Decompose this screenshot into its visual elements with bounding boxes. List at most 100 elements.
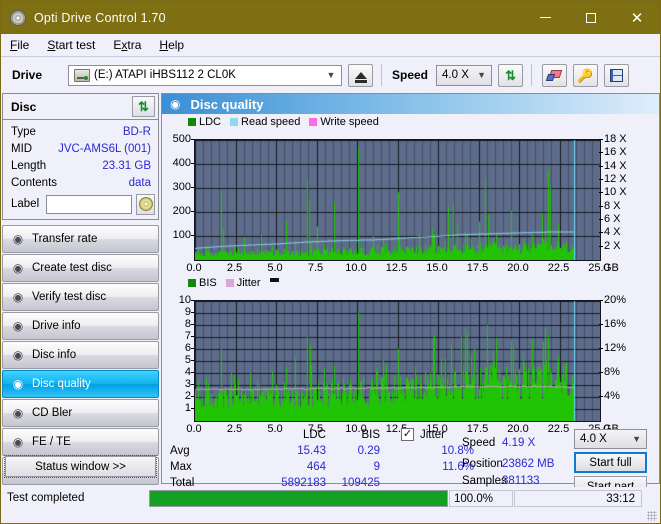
x-tick-label: 2.5 — [226, 262, 243, 274]
legend-entry-bis: BIS — [188, 277, 217, 289]
legend-entry-write-speed: Write speed — [309, 116, 379, 128]
legend-top-chart: LDC Read speed Write speed — [162, 115, 659, 128]
legend-marker-icon — [269, 277, 279, 282]
disc-icon — [10, 9, 26, 26]
start-full-button[interactable]: Start full — [574, 452, 647, 473]
sidebar-item-cd-bler[interactable]: ◉ CD Bler — [2, 399, 159, 427]
progress-bar — [149, 490, 448, 507]
quality-chart-top: 100 200 300 400 500 2 X4 X6 X8 X 10 X 12 X 14 X… — [162, 128, 659, 278]
test-speed-select[interactable]: 4.0 X ▼ — [574, 429, 647, 449]
y2-tick-mark — [599, 348, 603, 349]
y-tick-label: 9 — [184, 306, 191, 318]
menu-help[interactable]: Help — [150, 36, 193, 54]
save-button[interactable] — [604, 63, 630, 87]
y2-tick-mark — [599, 396, 603, 397]
speed-select-value: 4.0 X — [442, 69, 469, 81]
create-test-disc-icon: ◉ — [12, 261, 24, 275]
y-tick-mark — [191, 211, 194, 212]
toolbar-divider-1 — [381, 64, 382, 86]
y2-tick-label: 16 X — [604, 146, 627, 159]
y-tick-label: 1 — [184, 402, 191, 414]
close-button[interactable]: ✕ — [614, 1, 660, 34]
y2-tick-label: 2 X — [604, 239, 621, 252]
plot-area-bottom — [194, 300, 601, 422]
y-tick-mark — [191, 163, 194, 164]
erase-button[interactable] — [542, 63, 568, 87]
drive-icon — [74, 68, 90, 82]
y2-tick-mark — [599, 192, 603, 193]
disc-quality-panel: ◉ Disc quality LDC Read speed Write spee… — [161, 93, 660, 497]
resize-grip[interactable] — [647, 511, 657, 521]
sidebar-item-disc-quality[interactable]: ◉ Disc quality — [2, 370, 159, 398]
x-tick-label: 17.5 — [466, 262, 489, 274]
legend-swatch — [188, 278, 196, 287]
menu-extra[interactable]: Extra — [104, 36, 150, 54]
minimize-icon — [539, 17, 551, 18]
minimize-button[interactable] — [522, 1, 568, 34]
sidebar-item-label: FE / TE — [32, 436, 71, 448]
drive-info-icon: ◉ — [12, 319, 24, 333]
sidebar-item-transfer-rate[interactable]: ◉ Transfer rate — [2, 225, 159, 253]
cd-icon — [138, 197, 153, 211]
disc-row-type: Type BD-R — [3, 123, 158, 140]
y-tick-label: 10 — [178, 294, 191, 306]
stats-row-max: Max — [170, 461, 192, 473]
refresh-button[interactable]: ⇅ — [498, 63, 524, 87]
stats-area: LDC BIS ✓ Jitter Avg 15.43 0.29 10.8% Ma… — [162, 427, 659, 497]
eraser-icon — [545, 69, 563, 81]
y2-tick-mark — [599, 152, 603, 153]
y-tick-label: 3 — [184, 378, 191, 390]
eject-button[interactable] — [348, 63, 373, 87]
legend-label: Read speed — [241, 115, 301, 128]
drive-toolbar: Drive (E:) ATAPI iHBS112 2 CL0K ▼ Speed … — [1, 57, 660, 93]
x-tick-label: 15.0 — [426, 262, 448, 274]
stats-col-ldc: LDC — [302, 429, 326, 441]
menu-start-test[interactable]: Start test — [38, 36, 104, 54]
status-window-button[interactable]: Status window >> — [4, 455, 157, 478]
legend-label: LDC — [199, 115, 222, 128]
disc-value: BD-R — [122, 125, 151, 138]
disc-label-input[interactable] — [46, 194, 133, 214]
key-button[interactable]: 🔑 — [573, 63, 599, 87]
y2-tick-label: 18 X — [604, 133, 627, 145]
sidebar-item-label: Transfer rate — [32, 233, 98, 245]
sidebar-item-disc-info[interactable]: ◉ Disc info — [2, 341, 159, 369]
maximize-button[interactable] — [568, 1, 614, 34]
left-sidebar: Disc ⇅ Type BD-R MID JVC-AMS6L (001) Len… — [2, 93, 160, 485]
sidebar-item-label: Disc info — [32, 349, 77, 361]
page-title: Disc quality — [190, 96, 264, 112]
menu-file[interactable]: File — [1, 36, 38, 54]
close-icon: ✕ — [630, 9, 644, 27]
label-key: Label — [11, 198, 40, 210]
legend-entry-jitter: Jitter — [225, 277, 261, 289]
y-tick-label: 300 — [172, 181, 191, 193]
y2-tick-label: 14 X — [604, 159, 627, 172]
jitter-label: Jitter — [420, 429, 445, 441]
y-tick-mark — [191, 187, 194, 188]
y-tick-mark — [191, 384, 194, 385]
y-tick-mark — [191, 408, 194, 409]
y-tick-mark — [191, 360, 194, 361]
x-tick-label: 12.5 — [385, 262, 408, 274]
disc-refresh-button[interactable]: ⇅ — [132, 96, 155, 117]
disc-label-button[interactable] — [136, 193, 155, 215]
sidebar-item-create-test-disc[interactable]: ◉ Create test disc — [2, 254, 159, 282]
legend-entry-ldc: LDC — [188, 116, 221, 128]
sidebar-item-verify-test-disc[interactable]: ◉ Verify test disc — [2, 283, 159, 311]
jitter-checkbox[interactable]: ✓ — [401, 428, 414, 441]
speed-select[interactable]: 4.0 X ▼ — [436, 64, 493, 86]
panel-header: ◉ Disc quality — [162, 94, 659, 114]
x-axis-unit-label: GB — [603, 262, 619, 274]
sidebar-item-drive-info[interactable]: ◉ Drive info — [2, 312, 159, 340]
sidebar-item-fe-te[interactable]: ◉ FE / TE — [2, 428, 159, 456]
y2-tick-mark — [599, 232, 603, 233]
y-tick-mark — [191, 396, 194, 397]
sidebar-item-label: Disc quality — [32, 378, 91, 390]
disc-value: 23.31 GB — [102, 159, 151, 172]
drive-select[interactable]: (E:) ATAPI iHBS112 2 CL0K ▼ — [68, 64, 342, 86]
disc-key: MID — [11, 142, 33, 155]
disc-key: Type — [11, 125, 36, 138]
drive-select-value: (E:) ATAPI iHBS112 2 CL0K — [94, 69, 236, 81]
disc-info-icon: ◉ — [12, 348, 24, 362]
refresh-arrows-icon: ⇅ — [138, 99, 149, 114]
